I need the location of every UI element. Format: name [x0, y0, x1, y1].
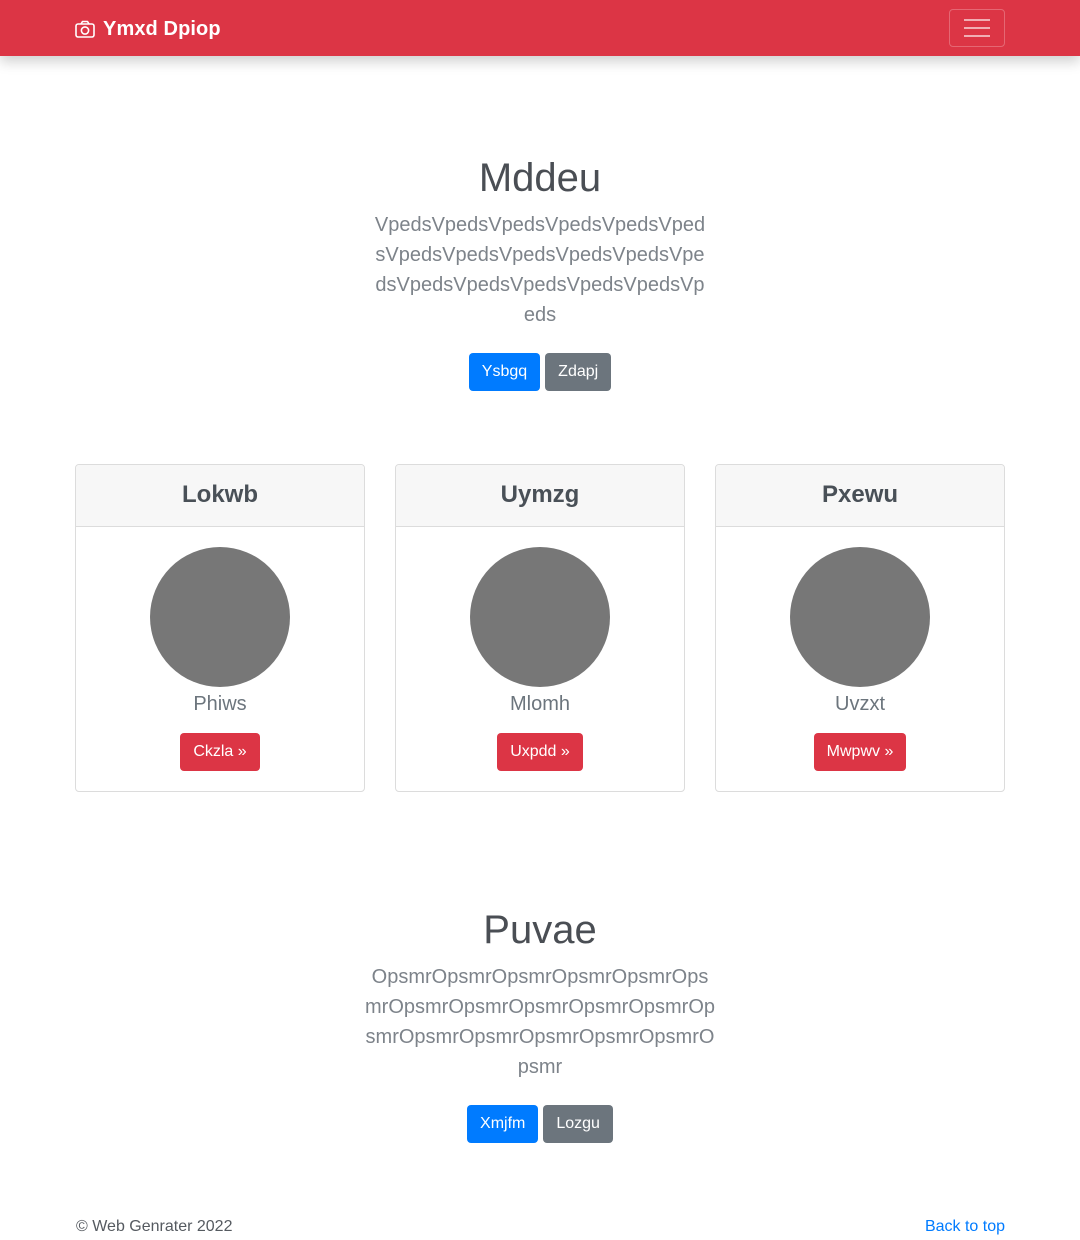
card-name: Uvzxt [835, 693, 885, 715]
card-title: Lokwb [76, 465, 364, 527]
card-name: Phiws [193, 693, 247, 715]
avatar [790, 547, 930, 687]
card-1: Lokwb Phiws Ckzla » [75, 464, 365, 792]
avatar [150, 547, 290, 687]
hero-primary-button[interactable]: Ysbgq [468, 353, 541, 391]
navbar: Ymxd Dpiop [0, 0, 1080, 56]
hero-secondary-button[interactable]: Zdapj [545, 353, 612, 391]
card-title: Uymzg [396, 465, 684, 527]
card-2: Uymzg Mlomh Uxpdd » [395, 464, 685, 792]
hamburger-menu-icon [964, 19, 990, 37]
section-lead: OpsmrOpsmrOpsmrOpsmrOpsmrOpsmrOpsmrOpsmr… [365, 966, 715, 1078]
section-buttons: Xmjfm Lozgu [0, 1105, 1080, 1143]
avatar [470, 547, 610, 687]
card-title: Pxewu [716, 465, 1004, 527]
navbar-toggler-button[interactable] [949, 9, 1005, 47]
camera-icon [75, 20, 95, 38]
section-primary-button[interactable]: Xmjfm [467, 1105, 539, 1143]
card-name: Mlomh [509, 693, 570, 715]
card-button[interactable]: Uxpdd » [497, 733, 583, 771]
second-section: Puvae OpsmrOpsmrOpsmrOpsmrOpsmrOpsmrOpsm… [0, 906, 1080, 1143]
hero-buttons: Ysbgq Zdapj [0, 353, 1080, 391]
card-button[interactable]: Ckzla » [180, 733, 260, 771]
brand-name: Ymxd Dpiop [103, 17, 221, 40]
section-title: Puvae [483, 908, 597, 952]
hero-title: Mddeu [478, 156, 602, 200]
hero-section: Mddeu VpedsVpedsVpedsVpedsVpedsVpedsVped… [0, 154, 1080, 391]
hero-lead: VpedsVpedsVpedsVpedsVpedsVpedsVpedsVpeds… [374, 214, 706, 326]
card-3: Pxewu Uvzxt Mwpwv » [715, 464, 1005, 792]
card-button[interactable]: Mwpwv » [813, 733, 907, 771]
back-to-top-link[interactable]: Back to top [925, 1218, 1005, 1236]
footer-copyright: © Web Genrater 2022 [76, 1218, 233, 1235]
section-secondary-button[interactable]: Lozgu [543, 1105, 613, 1143]
brand-link[interactable]: Ymxd Dpiop [75, 15, 221, 43]
